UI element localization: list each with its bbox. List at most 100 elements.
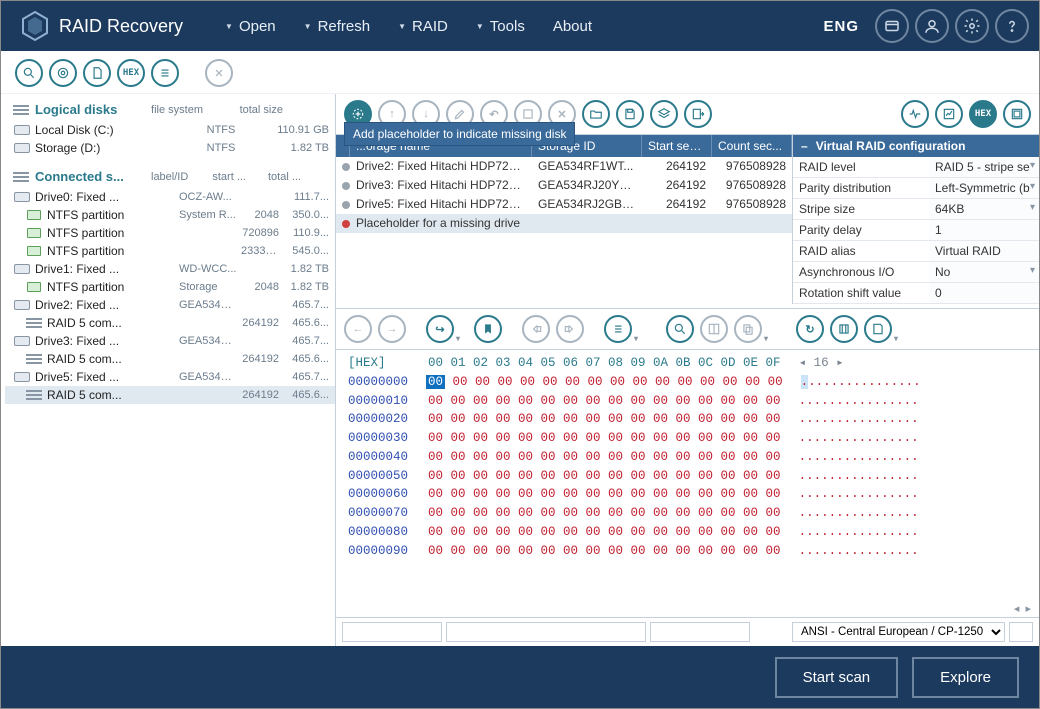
connected-storage-item[interactable]: NTFS partitionSystem R...2048350.0... — [5, 206, 335, 224]
hex-line[interactable]: 0000001000 00 00 00 00 00 00 00 00 00 00… — [348, 392, 1031, 411]
close-icon[interactable] — [205, 59, 233, 87]
hex-line[interactable]: 0000002000 00 00 00 00 00 00 00 00 00 00… — [348, 410, 1031, 429]
chart-icon[interactable] — [935, 100, 963, 128]
add-placeholder-icon[interactable] — [344, 100, 372, 128]
raid-config-header[interactable]: –Virtual RAID configuration — [793, 135, 1039, 157]
hex-mode-icon[interactable]: HEX — [969, 100, 997, 128]
config-row[interactable]: RAID aliasVirtual RAID — [793, 241, 1039, 262]
menu-open[interactable]: ▼Open — [213, 12, 288, 41]
move-down-icon[interactable]: ↓ — [412, 100, 440, 128]
list-icon[interactable] — [604, 315, 632, 343]
tag-prev-icon[interactable] — [522, 315, 550, 343]
column-header[interactable]: Count sec... — [712, 135, 792, 157]
column-header[interactable]: Storage ID — [532, 135, 642, 157]
drive-row[interactable]: Drive5: Fixed Hitachi HDP7250...GEA534RJ… — [336, 195, 792, 214]
refresh-icon[interactable]: ↻ — [796, 315, 824, 343]
hex-nav[interactable]: ◂ 16 ▸ — [799, 354, 844, 373]
connected-storage-item[interactable]: Drive0: Fixed ...OCZ-AW...111.7... — [5, 188, 335, 206]
hex-view-icon[interactable]: HEX — [117, 59, 145, 87]
view-toolbar: HEX — [1, 51, 1039, 94]
scan-icon[interactable] — [49, 59, 77, 87]
hex-line[interactable]: 0000007000 00 00 00 00 00 00 00 00 00 00… — [348, 504, 1031, 523]
hex-line[interactable]: 0000000000 00 00 00 00 00 00 00 00 00 00… — [348, 373, 1031, 392]
export-icon[interactable] — [684, 100, 712, 128]
hex-line[interactable]: 0000006000 00 00 00 00 00 00 00 00 00 00… — [348, 485, 1031, 504]
settings-icon[interactable] — [955, 9, 989, 43]
layers-icon[interactable] — [650, 100, 678, 128]
encoding-extra-input[interactable] — [1009, 622, 1033, 642]
grid-split-icon[interactable] — [700, 315, 728, 343]
edit-icon[interactable] — [446, 100, 474, 128]
scroll-left-icon[interactable]: ◂ — [1014, 602, 1020, 615]
hex-line[interactable]: 0000008000 00 00 00 00 00 00 00 00 00 00… — [348, 523, 1031, 542]
menu-raid[interactable]: ▼RAID — [386, 12, 460, 41]
save-hex-icon[interactable] — [864, 315, 892, 343]
view-mode-icon[interactable] — [875, 9, 909, 43]
value-input[interactable] — [446, 622, 646, 642]
config-row[interactable]: Asynchronous I/ONo — [793, 262, 1039, 283]
connected-storage-item[interactable]: NTFS partitionStorage20481.82 TB — [5, 278, 335, 296]
config-row[interactable]: Rotation shift value0 — [793, 283, 1039, 304]
disk-icon — [13, 190, 31, 204]
activity-icon[interactable] — [901, 100, 929, 128]
drive-row[interactable]: Drive2: Fixed Hitachi HDP7250...GEA534RF… — [336, 157, 792, 176]
connected-storage-item[interactable]: Drive1: Fixed ...WD-WCC...1.82 TB — [5, 260, 335, 278]
scroll-right-icon[interactable]: ▸ — [1025, 602, 1031, 615]
offset-input[interactable] — [342, 622, 442, 642]
file-icon[interactable] — [83, 59, 111, 87]
drive-row[interactable]: Placeholder for a missing drive — [336, 214, 792, 233]
menu-refresh[interactable]: ▼Refresh — [292, 12, 382, 41]
encoding-select[interactable]: ANSI - Central European / CP-1250 — [792, 622, 1005, 642]
config-row[interactable]: Parity distributionLeft-Symmetric (b — [793, 178, 1039, 199]
connected-storage-item[interactable]: Drive2: Fixed ...GEA534R...465.7... — [5, 296, 335, 314]
disk-icon — [13, 141, 31, 155]
undo-icon[interactable]: ↶ — [480, 100, 508, 128]
logical-disk-item[interactable]: Storage (D:)NTFS1.82 TB — [5, 139, 335, 157]
drive-row[interactable]: Drive3: Fixed Hitachi HDP7250...GEA534RJ… — [336, 176, 792, 195]
search-icon[interactable] — [15, 59, 43, 87]
menu-about[interactable]: About — [541, 12, 604, 41]
connected-storage-item[interactable]: NTFS partition720896110.9... — [5, 224, 335, 242]
open-folder-icon[interactable] — [582, 100, 610, 128]
language-selector[interactable]: ENG — [823, 18, 859, 35]
goto-icon[interactable]: ↪ — [426, 315, 454, 343]
hex-viewer[interactable]: [HEX] 00 01 02 03 04 05 06 07 08 09 0A 0… — [336, 350, 1039, 602]
bookmark-icon[interactable] — [474, 315, 502, 343]
connected-storage-item[interactable]: NTFS partition23332...545.0... — [5, 242, 335, 260]
tag-next-icon[interactable] — [556, 315, 584, 343]
nav-forward-icon[interactable]: → — [378, 315, 406, 343]
columns-icon[interactable] — [830, 315, 858, 343]
connected-storage-item[interactable]: RAID 5 com...264192465.6... — [5, 386, 335, 404]
connected-storage-item[interactable]: RAID 5 com...264192465.6... — [5, 314, 335, 332]
hex-line[interactable]: 0000005000 00 00 00 00 00 00 00 00 00 00… — [348, 467, 1031, 486]
remove-icon[interactable]: ✕ — [548, 100, 576, 128]
list-icon[interactable] — [151, 59, 179, 87]
column-header[interactable]: Start sect... — [642, 135, 712, 157]
connected-storage-item[interactable]: RAID 5 com...264192465.6... — [5, 350, 335, 368]
user-icon[interactable] — [915, 9, 949, 43]
copy-icon[interactable] — [734, 315, 762, 343]
find-icon[interactable] — [666, 315, 694, 343]
config-row[interactable]: RAID levelRAID 5 - stripe se — [793, 157, 1039, 178]
menu-tools[interactable]: ▼Tools — [464, 12, 537, 41]
connected-storage-item[interactable]: Drive3: Fixed ...GEA534R...465.7... — [5, 332, 335, 350]
logical-disk-item[interactable]: Local Disk (C:)NTFS110.91 GB — [5, 121, 335, 139]
hex-line[interactable]: 0000009000 00 00 00 00 00 00 00 00 00 00… — [348, 542, 1031, 561]
column-header[interactable]: ...orage name — [350, 135, 532, 157]
goto-input[interactable] — [650, 622, 750, 642]
start-scan-button[interactable]: Start scan — [775, 657, 899, 698]
hex-line[interactable]: 0000004000 00 00 00 00 00 00 00 00 00 00… — [348, 448, 1031, 467]
panel-icon[interactable] — [1003, 100, 1031, 128]
part-icon — [25, 226, 43, 240]
hex-line[interactable]: 0000003000 00 00 00 00 00 00 00 00 00 00… — [348, 429, 1031, 448]
config-row[interactable]: Stripe size64KB — [793, 199, 1039, 220]
move-up-icon[interactable]: ↑ — [378, 100, 406, 128]
explore-button[interactable]: Explore — [912, 657, 1019, 698]
save-icon[interactable] — [616, 100, 644, 128]
grid-icon[interactable] — [514, 100, 542, 128]
status-dot-icon — [342, 220, 350, 228]
config-row[interactable]: Parity delay1 — [793, 220, 1039, 241]
nav-back-icon[interactable]: ← — [344, 315, 372, 343]
help-icon[interactable] — [995, 9, 1029, 43]
connected-storage-item[interactable]: Drive5: Fixed ...GEA534R...465.7... — [5, 368, 335, 386]
